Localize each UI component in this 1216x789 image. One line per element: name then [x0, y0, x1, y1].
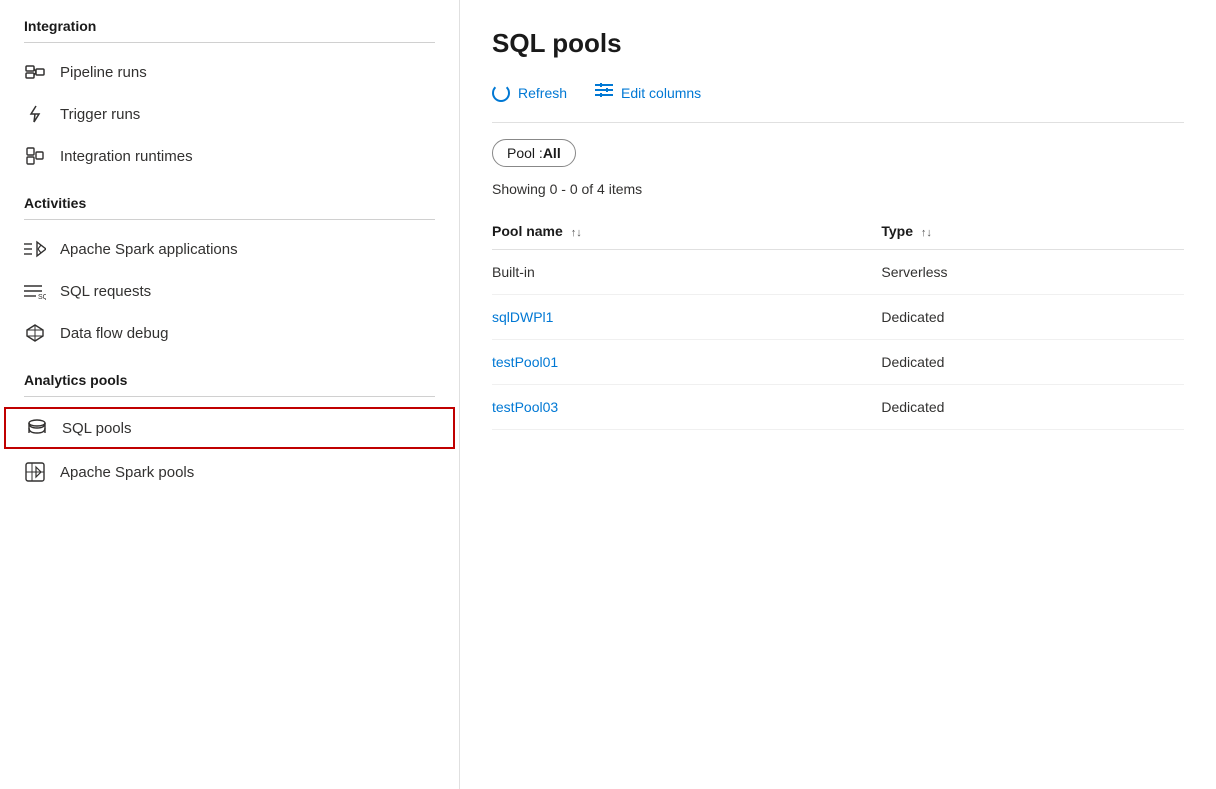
pools-table: Pool name ↑↓ Type ↑↓ Built-inServerlesss…	[492, 213, 1184, 430]
sidebar: Integration Pipeline runs Trigger runs Inte…	[0, 0, 460, 789]
type-sort-icon: ↑↓	[921, 227, 932, 239]
sidebar-item-label-pipeline-runs: Pipeline runs	[60, 64, 147, 81]
sidebar-item-label-apache-spark-pools: Apache Spark pools	[60, 464, 194, 481]
col-type-label: Type	[881, 223, 913, 239]
sidebar-divider	[24, 396, 435, 397]
sidebar-item-label-data-flow-debug: Data flow debug	[60, 325, 168, 342]
table-cell-pool-name-1[interactable]: sqlDWPl1	[492, 295, 881, 340]
sidebar-item-sql-pools[interactable]: SQL pools	[4, 407, 455, 449]
trigger-icon	[24, 103, 46, 125]
refresh-button[interactable]: Refresh	[492, 80, 567, 106]
sidebar-divider	[24, 42, 435, 43]
main-content: SQL pools Refresh Edit columns Pool	[460, 0, 1216, 789]
sidebar-item-label-integration-runtimes: Integration runtimes	[60, 148, 193, 165]
pool-link-testPool01[interactable]: testPool01	[492, 354, 558, 370]
sidebar-section-analytics-pools: Analytics pools	[0, 354, 459, 396]
table-row: Built-inServerless	[492, 250, 1184, 295]
pool-filter-pill[interactable]: Pool : All	[492, 139, 576, 167]
sidebar-item-label-sql-requests: SQL requests	[60, 283, 151, 300]
toolbar: Refresh Edit columns	[492, 79, 1184, 123]
sidebar-item-label-apache-spark-applications: Apache Spark applications	[60, 241, 238, 258]
filter-prefix: Pool :	[507, 145, 543, 161]
pool-link-testPool03[interactable]: testPool03	[492, 399, 558, 415]
edit-columns-label: Edit columns	[621, 85, 701, 101]
sidebar-section-integration: Integration	[0, 0, 459, 42]
refresh-label: Refresh	[518, 85, 567, 101]
table-row: testPool03 Dedicated	[492, 385, 1184, 430]
sidebar-divider	[24, 219, 435, 220]
sidebar-item-sql-requests[interactable]: SQL SQL requests	[0, 270, 459, 312]
showing-count: Showing 0 - 0 of 4 items	[492, 181, 1184, 197]
spark-pool-icon	[24, 461, 46, 483]
table-cell-type-0: Serverless	[881, 250, 1184, 295]
pool-link-sqlDWPl1[interactable]: sqlDWPl1	[492, 309, 553, 325]
dataflow-icon	[24, 322, 46, 344]
page-title: SQL pools	[492, 28, 1184, 59]
sql-pool-icon	[26, 417, 48, 439]
sidebar-item-pipeline-runs[interactable]: Pipeline runs	[0, 51, 459, 93]
sidebar-item-trigger-runs[interactable]: Trigger runs	[0, 93, 459, 135]
edit-columns-button[interactable]: Edit columns	[595, 79, 701, 106]
integration-icon	[24, 145, 46, 167]
sidebar-item-label-sql-pools: SQL pools	[62, 420, 132, 437]
table-cell-type-1: Dedicated	[881, 295, 1184, 340]
sidebar-item-data-flow-debug[interactable]: Data flow debug	[0, 312, 459, 354]
table-cell-pool-name-0: Built-in	[492, 250, 881, 295]
sidebar-item-label-trigger-runs: Trigger runs	[60, 106, 140, 123]
col-pool-name[interactable]: Pool name ↑↓	[492, 213, 881, 250]
sidebar-item-apache-spark-applications[interactable]: Apache Spark applications	[0, 228, 459, 270]
table-header-row: Pool name ↑↓ Type ↑↓	[492, 213, 1184, 250]
table-row: sqlDWPl1 Dedicated	[492, 295, 1184, 340]
table-cell-type-2: Dedicated	[881, 340, 1184, 385]
pool-name-sort-icon: ↑↓	[571, 227, 582, 239]
pipeline-icon	[24, 61, 46, 83]
col-type[interactable]: Type ↑↓	[881, 213, 1184, 250]
table-row: testPool01 Dedicated	[492, 340, 1184, 385]
filter-value: All	[543, 145, 561, 161]
sidebar-item-integration-runtimes[interactable]: Integration runtimes	[0, 135, 459, 177]
col-pool-name-label: Pool name	[492, 223, 563, 239]
refresh-icon	[492, 84, 510, 102]
table-cell-pool-name-2[interactable]: testPool01	[492, 340, 881, 385]
filter-section: Pool : All	[492, 139, 1184, 167]
sidebar-item-apache-spark-pools[interactable]: Apache Spark pools	[0, 451, 459, 493]
table-cell-type-3: Dedicated	[881, 385, 1184, 430]
edit-columns-icon	[595, 83, 613, 102]
sidebar-section-activities: Activities	[0, 177, 459, 219]
spark-app-icon	[24, 238, 46, 260]
sql-req-icon: SQL	[24, 280, 46, 302]
table-cell-pool-name-3[interactable]: testPool03	[492, 385, 881, 430]
svg-text:SQL: SQL	[38, 294, 46, 300]
